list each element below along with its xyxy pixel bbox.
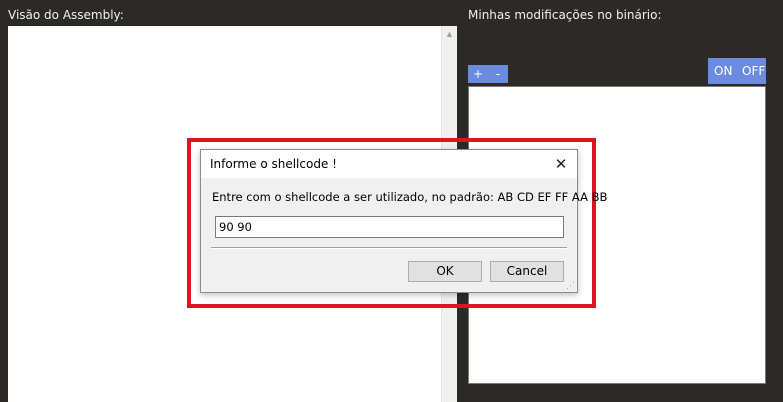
modifications-label: Minhas modificações no binário:: [468, 8, 662, 22]
shellcode-dialog: Informe o shellcode ! ✕ Entre com o shel…: [200, 149, 607, 293]
on-off-toggle[interactable]: ON OFF: [708, 58, 766, 84]
close-icon[interactable]: ✕: [547, 150, 575, 178]
scroll-up-arrow-icon[interactable]: ▲: [442, 26, 457, 42]
add-button[interactable]: +: [468, 65, 488, 83]
cancel-button[interactable]: Cancel: [490, 261, 564, 282]
dialog-prompt: Entre com o shellcode a ser utilizado, n…: [212, 190, 608, 204]
dialog-title: Informe o shellcode !: [210, 157, 337, 171]
assembly-view-label: Visão do Assembly:: [8, 8, 124, 22]
ok-button[interactable]: OK: [408, 261, 482, 282]
dialog-separator: [211, 247, 567, 249]
resize-grip-icon[interactable]: ⋰: [565, 280, 575, 290]
shellcode-input[interactable]: [215, 216, 564, 238]
remove-button[interactable]: -: [488, 65, 508, 83]
toggle-off-label[interactable]: OFF: [742, 64, 765, 78]
dialog-titlebar[interactable]: Informe o shellcode ! ✕: [201, 150, 577, 178]
toggle-on-label[interactable]: ON: [714, 64, 732, 78]
